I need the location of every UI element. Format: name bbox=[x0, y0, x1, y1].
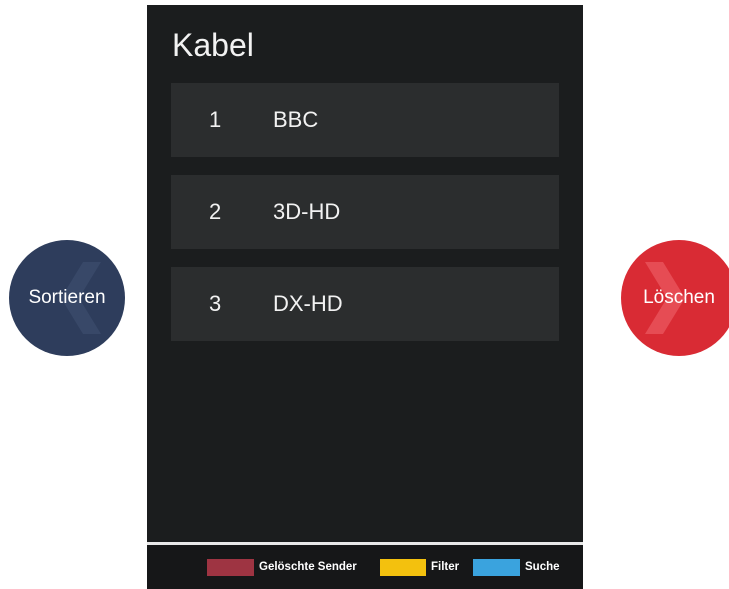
channel-name: 3D-HD bbox=[273, 199, 341, 224]
panel-title: Kabel bbox=[172, 27, 254, 63]
channel-row-dx-hd[interactable]: 3 DX-HD bbox=[171, 267, 559, 341]
delete-button[interactable]: Löschen bbox=[621, 240, 729, 356]
channel-name: BBC bbox=[273, 107, 319, 132]
channel-name: DX-HD bbox=[273, 291, 343, 316]
blue-key-swatch bbox=[473, 559, 520, 576]
channel-list-panel: Kabel 1 BBC 2 3D-HD 3 DX-HD Gelöschte Se… bbox=[147, 5, 583, 589]
delete-button-label: Löschen bbox=[643, 287, 715, 308]
channel-number: 2 bbox=[209, 199, 222, 224]
channel-row-bbc[interactable]: 1 BBC bbox=[171, 83, 559, 157]
channel-number: 1 bbox=[209, 107, 222, 132]
channel-number: 3 bbox=[209, 291, 222, 316]
legend-label: Filter bbox=[431, 561, 460, 573]
yellow-key-swatch bbox=[380, 559, 426, 576]
channel-list: 1 BBC 2 3D-HD 3 DX-HD bbox=[171, 83, 559, 359]
sort-button-label: Sortieren bbox=[28, 287, 106, 308]
legend-label: Suche bbox=[525, 561, 560, 573]
legend-label: Gelöschte Sender bbox=[259, 561, 357, 573]
color-key-legend: Gelöschte Sender Filter Suche bbox=[147, 545, 583, 589]
sort-button[interactable]: Sortieren bbox=[9, 240, 125, 356]
channel-row-3d-hd[interactable]: 2 3D-HD bbox=[171, 175, 559, 249]
red-key-swatch bbox=[207, 559, 254, 576]
